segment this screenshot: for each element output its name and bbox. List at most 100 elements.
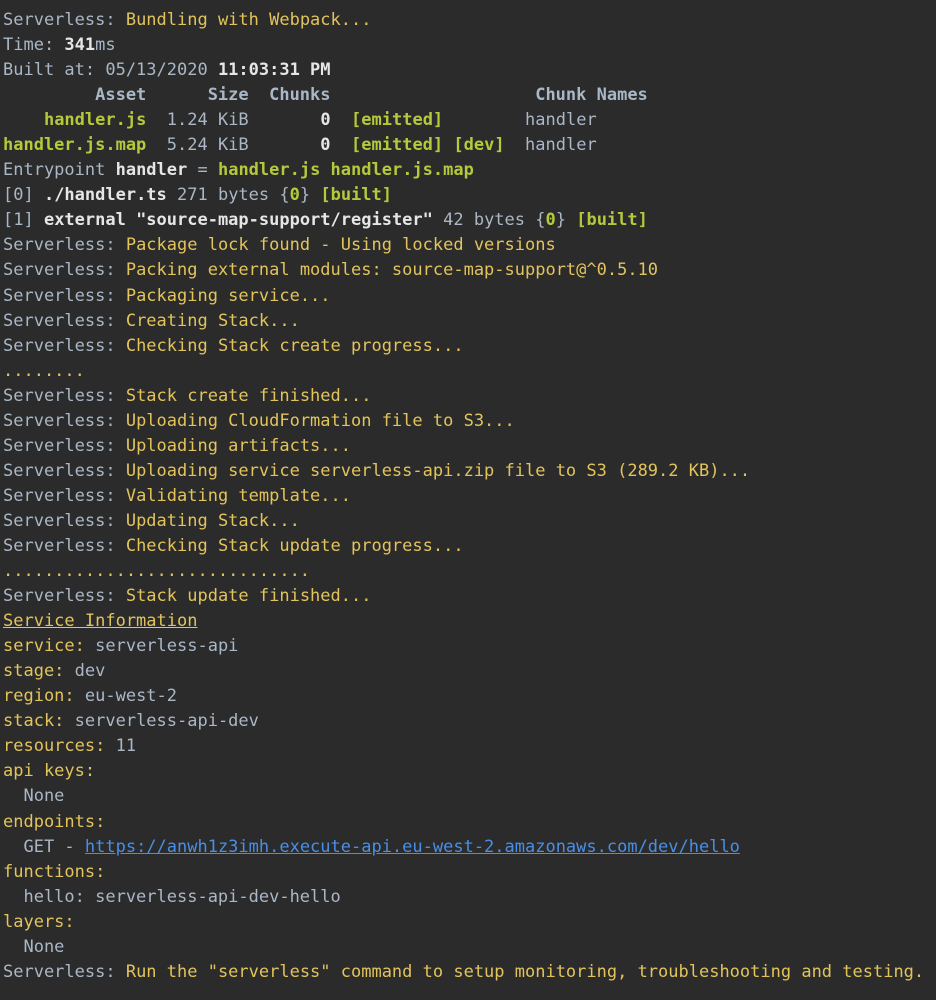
terminal-line: Serverless: Uploading service serverless… (3, 459, 936, 484)
terminal-text: handler.js (43, 110, 147, 131)
terminal-line: Serverless: Uploading artifacts... (3, 434, 936, 459)
terminal-text: None (3, 786, 65, 807)
terminal-text: = (187, 160, 218, 181)
terminal-text: 0 (545, 210, 556, 231)
terminal-text: Packaging service... (125, 285, 331, 306)
terminal-text: Checking Stack update progress... (125, 535, 464, 556)
terminal-text: Serverless: (3, 435, 126, 456)
terminal-line: .............................. (3, 559, 936, 584)
terminal-text: Serverless: (3, 961, 126, 982)
terminal-line: Serverless: Checking Stack update progre… (3, 534, 936, 559)
terminal-text: } (555, 210, 577, 231)
terminal-text: 341 (64, 35, 96, 56)
terminal-text: handler (504, 135, 597, 156)
terminal-line: Serverless: Validating template... (3, 484, 936, 509)
terminal-text: Serverless: (3, 385, 126, 406)
terminal-text: handler (443, 110, 597, 131)
terminal-text: region: (3, 686, 75, 707)
terminal-line: Serverless: Packing external modules: so… (3, 258, 936, 283)
terminal-text: eu-west-2 (74, 686, 178, 707)
terminal-text: Uploading CloudFormation file to S3... (125, 410, 515, 431)
terminal-line: Serverless: Checking Stack create progre… (3, 334, 936, 359)
terminal-line: None (3, 935, 936, 960)
terminal-text: Time: (3, 35, 65, 56)
terminal-text: Serverless: (3, 510, 126, 531)
terminal-text: stage: (3, 661, 65, 682)
terminal-text: Updating Stack... (125, 510, 300, 531)
terminal-line: None (3, 784, 936, 809)
terminal-text: Entrypoint (3, 160, 116, 181)
terminal-text: Stack update finished... (125, 586, 372, 607)
terminal-text: Checking Stack create progress... (125, 335, 464, 356)
terminal-text: handler.js handler.js.map (217, 160, 474, 181)
terminal-line: Asset Size Chunks Chunk Names (3, 83, 936, 108)
terminal-text: [built] (576, 210, 648, 231)
terminal-text: [emitted] (351, 110, 444, 131)
terminal-text: Package lock found - Using locked versio… (125, 235, 556, 256)
terminal-text: Serverless: (3, 235, 126, 256)
terminal-text: Serverless: (3, 335, 126, 356)
terminal-line: stage: dev (3, 659, 936, 684)
terminal-line: handler.js.map 5.24 KiB 0 [emitted] [dev… (3, 133, 936, 158)
terminal-line: Service Information (3, 609, 936, 634)
terminal-text: 271 bytes { (166, 185, 290, 206)
terminal-text: 11:03:31 PM (217, 60, 331, 81)
terminal-text: ms (95, 35, 116, 56)
terminal-line: resources: 11 (3, 734, 936, 759)
terminal-line: functions: (3, 860, 936, 885)
terminal-text: Validating template... (125, 485, 351, 506)
terminal-line: Serverless: Uploading CloudFormation fil… (3, 409, 936, 434)
terminal-text: Serverless: (3, 460, 126, 481)
terminal-text: Asset Size Chunks Chunk Names (3, 85, 648, 106)
terminal-text: Bundling with Webpack... (125, 10, 372, 30)
terminal-text: ........ (3, 360, 85, 381)
terminal-line: stack: serverless-api-dev (3, 709, 936, 734)
terminal-text: Serverless: (3, 535, 126, 556)
terminal-line: Serverless: Bundling with Webpack... (3, 8, 936, 33)
terminal-text: 5.24 KiB (146, 135, 321, 156)
terminal-text: [1] (3, 210, 44, 231)
terminal-text: serverless-api-dev (64, 711, 259, 732)
terminal-text: Serverless: (3, 285, 126, 306)
terminal-text: 0 (289, 185, 300, 206)
terminal-line: handler.js 1.24 KiB 0 [emitted] handler (3, 108, 936, 133)
terminal-text: hello: serverless-api-dev-hello (3, 886, 341, 907)
terminal-text: 11 (105, 736, 137, 757)
terminal-text: Serverless: (3, 485, 126, 506)
terminal-text: stack: (3, 711, 65, 732)
terminal-text: serverless-api (84, 636, 239, 657)
terminal-text: resources: (3, 736, 106, 757)
terminal-text: [built] (320, 185, 392, 206)
terminal-line: Serverless: Package lock found - Using l… (3, 233, 936, 258)
terminal-text: ./handler.ts (43, 185, 167, 206)
terminal-text: dev (64, 661, 106, 682)
terminal-text: endpoints: (3, 811, 106, 832)
terminal-line: hello: serverless-api-dev-hello (3, 885, 936, 910)
terminal-text: service: (3, 636, 85, 657)
terminal-text: 42 bytes { (432, 210, 546, 231)
terminal-line: Serverless: Packaging service... (3, 284, 936, 309)
terminal-text: Stack create finished... (125, 385, 372, 406)
terminal-text: [0] (3, 185, 44, 206)
terminal-text: handler (115, 160, 188, 181)
terminal-text: } (299, 185, 321, 206)
terminal-line: Built at: 05/13/2020 11:03:31 PM (3, 58, 936, 83)
terminal-line: endpoints: (3, 810, 936, 835)
terminal-text: 1.24 KiB (146, 110, 321, 131)
endpoint-link[interactable]: https://anwh1z3imh.execute-api.eu-west-2… (85, 837, 740, 857)
terminal-line: Serverless: Run the "serverless" command… (3, 960, 936, 985)
terminal-text: .............................. (3, 561, 311, 582)
terminal-text: Run the "serverless" command to setup mo… (125, 961, 925, 982)
terminal-text: Creating Stack... (125, 310, 300, 331)
terminal-text: 0 (320, 135, 331, 156)
terminal-text: handler.js.map (3, 135, 147, 156)
terminal-text: Uploading artifacts... (125, 435, 351, 456)
terminal-line: api keys: (3, 759, 936, 784)
terminal-text: 0 (320, 110, 331, 131)
terminal-text: Packing external modules: source-map-sup… (125, 260, 659, 281)
terminal-line: service: serverless-api (3, 634, 936, 659)
terminal-text: Uploading service serverless-api.zip fil… (125, 460, 751, 481)
terminal-line: [1] external "source-map-support/registe… (3, 208, 936, 233)
